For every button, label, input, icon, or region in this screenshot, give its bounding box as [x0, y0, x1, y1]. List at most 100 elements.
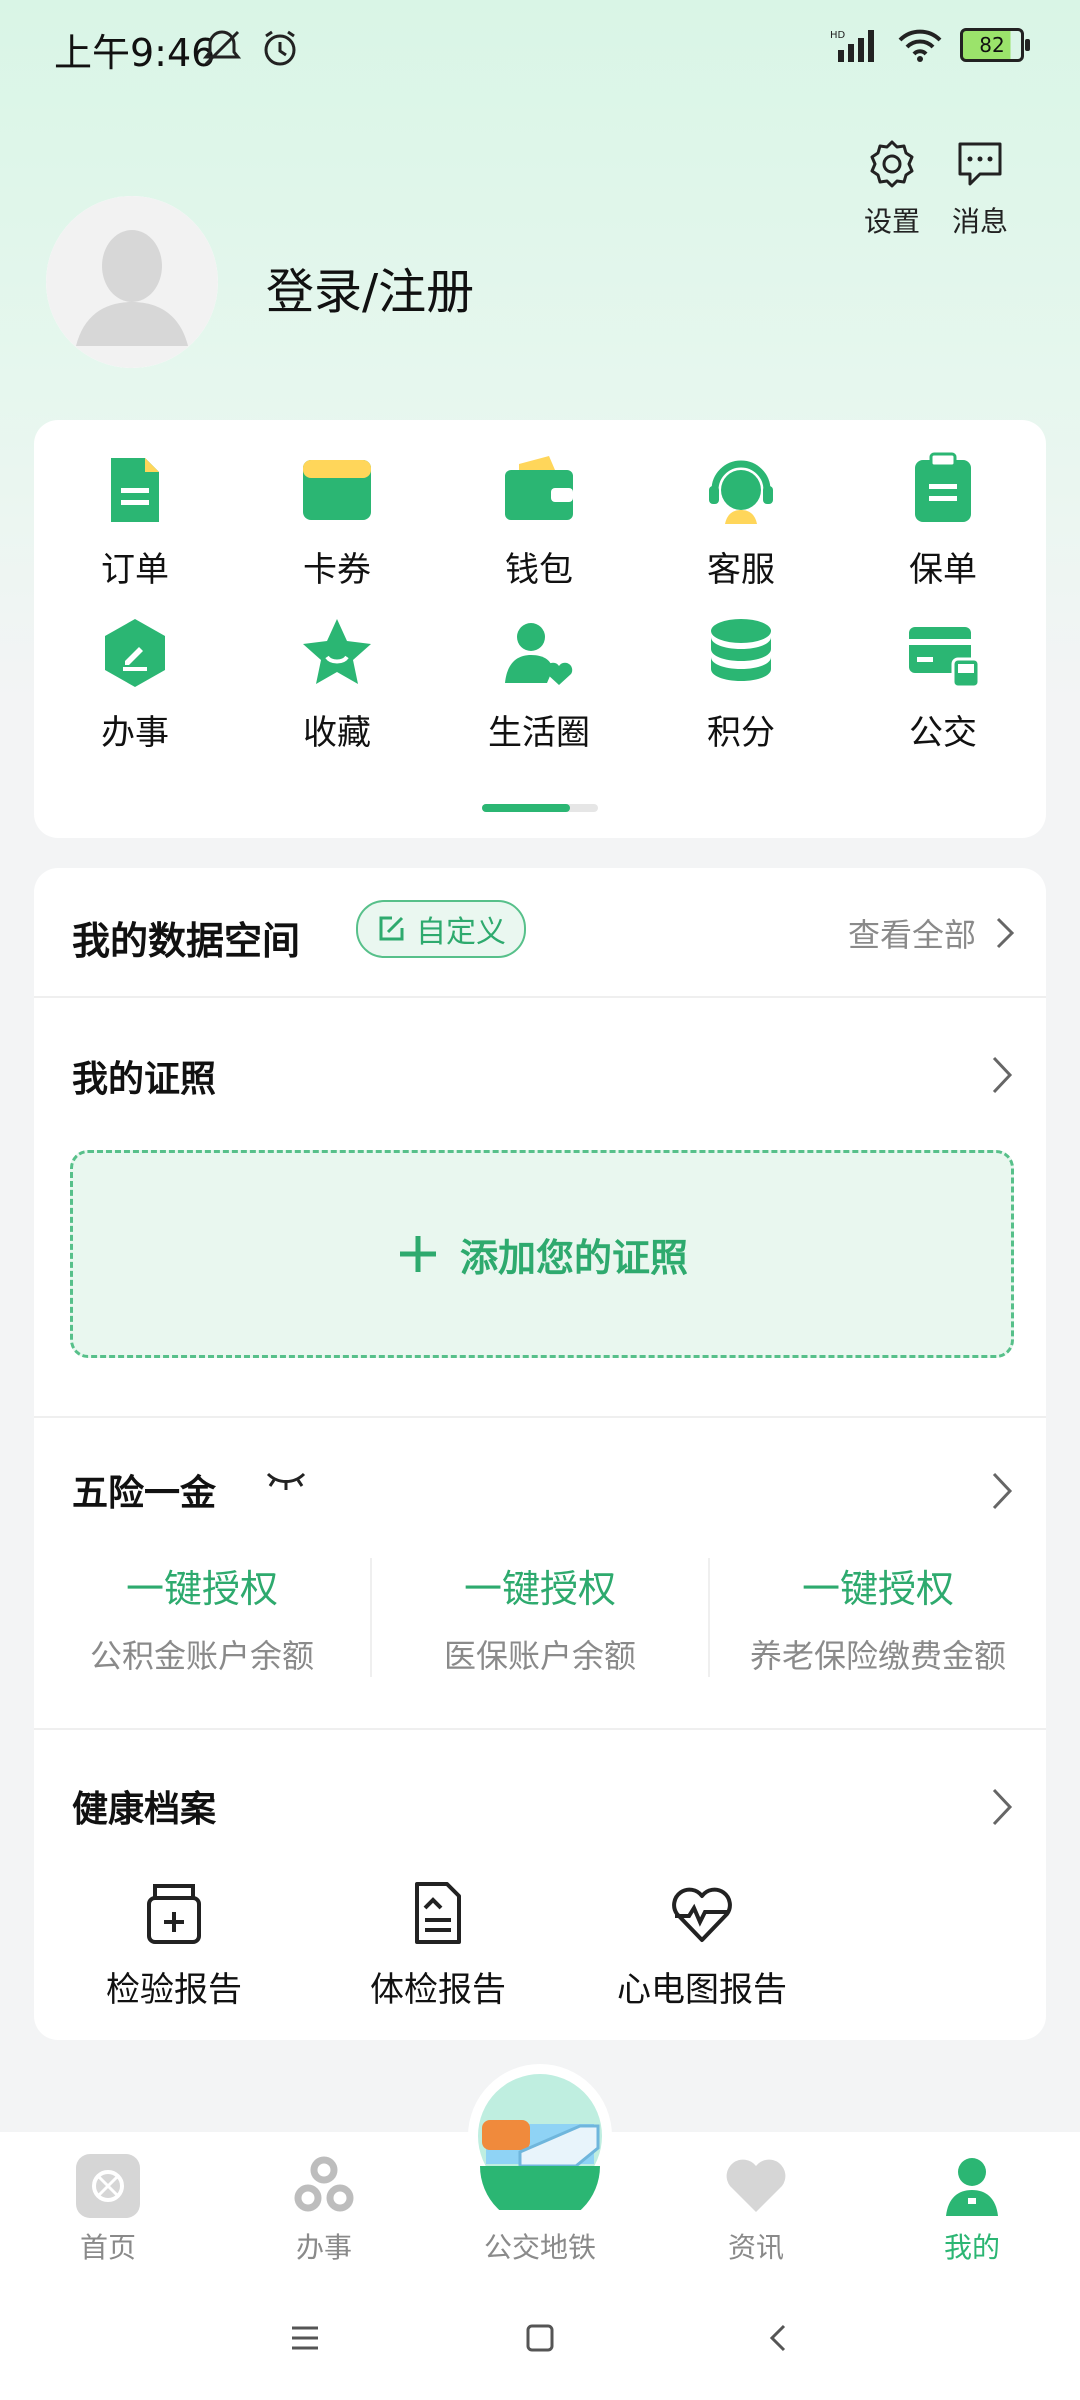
grid-item-order[interactable]: 订单 [34, 450, 236, 591]
user-icon [946, 2158, 998, 2216]
insurance-desc: 公积金账户余额 [89, 1637, 314, 1675]
grid-item-label: 生活圈 [488, 713, 590, 753]
licenses-title: 我的证照 [72, 1059, 217, 1100]
health-item-label: 检验报告 [106, 1970, 242, 2010]
status-bar: 上午9:46 HD 82 [0, 0, 1080, 100]
settings-button[interactable]: 设置 [852, 138, 932, 240]
home-square-icon[interactable] [526, 2324, 554, 2352]
services-card: 订单 卡券 钱包 客服 保单 办事 收藏 生活圈 积分 公交 [34, 420, 1046, 838]
affairs-nav-icon [294, 2156, 354, 2212]
checkup-report-icon [415, 1882, 461, 1944]
nav-affairs[interactable]: 办事 [216, 2154, 432, 2266]
grid-item-affairs[interactable]: 办事 [34, 613, 236, 754]
back-icon[interactable] [769, 2324, 786, 2352]
health-title: 健康档案 [72, 1789, 217, 1830]
home-icon [76, 2154, 140, 2218]
health-items: 检验报告 体检报告 心电图报告 [74, 1878, 802, 2011]
chevron-right-icon[interactable] [988, 1784, 1018, 1830]
add-license-button[interactable]: 添加您的证照 [70, 1150, 1014, 1358]
settings-label: 设置 [863, 205, 920, 238]
authorize-link[interactable]: 一键授权 [34, 1558, 370, 1613]
lab-report-icon [147, 1884, 201, 1944]
grid-item-bus[interactable]: 公交 [842, 613, 1044, 754]
grid-item-label: 客服 [707, 550, 775, 590]
login-register-link[interactable]: 登录/注册 [266, 252, 474, 322]
view-all-link[interactable]: 查看全部 [848, 910, 1016, 956]
insurance-item-medical[interactable]: 一键授权 医保账户余额 [372, 1558, 710, 1677]
grid-item-customer-service[interactable]: 客服 [640, 450, 842, 591]
mute-icon [202, 30, 242, 66]
chevron-right-icon [996, 917, 1015, 949]
heart-pulse-icon [672, 1887, 732, 1942]
life-circle-icon [505, 623, 573, 685]
points-icon [711, 619, 771, 681]
insurance-desc: 医保账户余额 [443, 1637, 636, 1675]
customize-label: 自定义 [416, 915, 506, 950]
transit-center-icon[interactable] [466, 2062, 614, 2210]
status-time: 上午9:46 [54, 31, 216, 75]
menu-icon[interactable] [292, 2326, 318, 2350]
grid-item-label: 钱包 [505, 550, 573, 590]
insurance-desc: 养老保险缴费金额 [749, 1637, 1006, 1675]
grid-item-label: 积分 [707, 713, 775, 753]
health-item-lab-report[interactable]: 检验报告 [74, 1878, 274, 2011]
wifi-icon [898, 29, 942, 62]
grid-item-wallet[interactable]: 钱包 [438, 450, 640, 591]
grid-item-policy[interactable]: 保单 [842, 450, 1044, 591]
svg-text:HD: HD [830, 30, 846, 41]
health-item-checkup-report[interactable]: 体检报告 [338, 1878, 538, 2011]
health-item-label: 心电图报告 [617, 1970, 787, 2010]
authorize-link[interactable]: 一键授权 [372, 1558, 708, 1613]
message-icon [958, 142, 1002, 186]
signal-icon: HD [830, 30, 874, 62]
alarm-icon [264, 30, 296, 66]
data-space-title: 我的数据空间 [72, 919, 301, 963]
avatar[interactable] [46, 196, 218, 368]
nav-home[interactable]: 首页 [0, 2154, 216, 2266]
affairs-icon [105, 619, 165, 687]
grid-item-points[interactable]: 积分 [640, 613, 842, 754]
plus-icon [399, 1236, 436, 1272]
grid-item-life-circle[interactable]: 生活圈 [438, 613, 640, 754]
messages-label: 消息 [951, 205, 1008, 238]
chevron-right-icon[interactable] [988, 1468, 1018, 1514]
data-space-card: 我的数据空间 自定义 查看全部 我的证照 添加您的证照 五险一金 一键授权 公积… [34, 868, 1046, 2040]
grid-item-label: 办事 [101, 713, 169, 753]
grid-item-favorite[interactable]: 收藏 [236, 613, 438, 754]
page-indicator [482, 804, 598, 812]
customer-service-icon [709, 460, 773, 524]
nav-label: 资讯 [727, 2231, 784, 2264]
bus-card-icon [909, 627, 981, 689]
battery-indicator: 82 [960, 28, 1030, 62]
health-item-ecg-report[interactable]: 心电图报告 [602, 1878, 802, 2011]
authorize-link[interactable]: 一键授权 [710, 1558, 1046, 1613]
grid-item-label: 卡券 [303, 550, 371, 590]
eye-closed-icon[interactable] [264, 1466, 308, 1494]
nav-label: 我的 [943, 2231, 1000, 2264]
grid-item-label: 公交 [909, 713, 977, 753]
coupon-icon [303, 460, 371, 520]
insurance-items: 一键授权 公积金账户余额 一键授权 医保账户余额 一键授权 养老保险缴费金额 [34, 1558, 1046, 1677]
health-item-label: 体检报告 [370, 1970, 506, 2010]
chevron-right-icon[interactable] [988, 1052, 1018, 1098]
customize-button[interactable]: 自定义 [356, 900, 526, 958]
insurance-item-pension[interactable]: 一键授权 养老保险缴费金额 [710, 1558, 1046, 1677]
grid-item-coupon[interactable]: 卡券 [236, 450, 438, 591]
messages-button[interactable]: 消息 [940, 138, 1020, 240]
gear-icon [870, 140, 914, 188]
order-icon [111, 458, 159, 522]
default-avatar-icon [46, 196, 218, 368]
grid-item-label: 保单 [909, 550, 977, 590]
nav-mine[interactable]: 我的 [864, 2154, 1080, 2266]
heart-icon [726, 2159, 786, 2212]
view-all-label: 查看全部 [847, 916, 976, 954]
edit-icon [379, 916, 404, 941]
system-navigation-bar [292, 2324, 786, 2352]
add-license-label: 添加您的证照 [459, 1235, 688, 1280]
favorite-star-icon [303, 619, 371, 684]
policy-icon [915, 452, 971, 522]
insurance-item-housing-fund[interactable]: 一键授权 公积金账户余额 [34, 1558, 372, 1677]
nav-news[interactable]: 资讯 [648, 2154, 864, 2266]
nav-label: 办事 [295, 2231, 352, 2264]
grid-item-label: 收藏 [303, 713, 371, 753]
